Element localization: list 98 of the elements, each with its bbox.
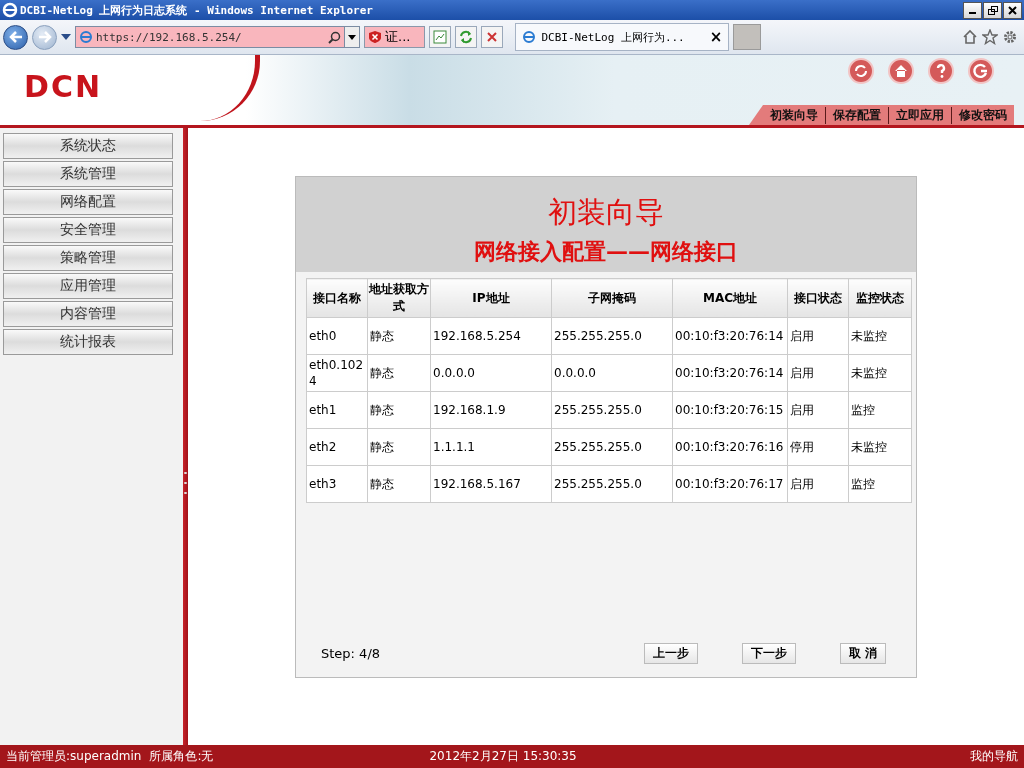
table-cell: 1.1.1.1 — [430, 428, 552, 466]
browser-tab[interactable]: DCBI-NetLog 上网行为... × — [515, 23, 730, 51]
page-icon — [79, 30, 93, 44]
tab-title: DCBI-NetLog 上网行为... — [541, 29, 686, 45]
address-dropdown-button[interactable] — [344, 27, 359, 47]
table-cell: 启用 — [787, 391, 849, 429]
column-header: MAC地址 — [672, 278, 788, 318]
date-time: 2012年2月27日 15:30:35 — [429, 748, 577, 765]
current-admin: 当前管理员:superadmin — [6, 748, 142, 765]
settings-icon[interactable] — [1002, 29, 1018, 45]
table-cell: eth0.1024 — [306, 354, 368, 392]
caret-icon — [348, 34, 356, 40]
header-nav-link[interactable]: 立即应用 — [888, 106, 951, 124]
table-cell: 255.255.255.0 — [551, 428, 673, 466]
sidebar-menu-button[interactable]: 系统状态 — [3, 133, 173, 159]
header-nav-link[interactable]: 初装向导 — [763, 106, 825, 124]
close-icon — [486, 31, 499, 43]
table-cell: 00:10:f3:20:76:14 — [672, 317, 788, 355]
table-cell: 192.168.1.9 — [430, 391, 552, 429]
refresh-icon[interactable] — [848, 58, 874, 84]
table-cell: 静态 — [367, 391, 431, 429]
table-cell: 00:10:f3:20:76:16 — [672, 428, 788, 466]
table-cell: 0.0.0.0 — [430, 354, 552, 392]
certificate-error-button[interactable]: 证... — [364, 26, 426, 48]
table-cell: 启用 — [787, 317, 849, 355]
wizard-button[interactable]: 上一步 — [643, 643, 698, 664]
sidebar-menu-button[interactable]: 内容管理 — [3, 301, 173, 327]
column-header: 接口状态 — [787, 278, 849, 318]
sidebar-menu-button[interactable]: 网络配置 — [3, 189, 173, 215]
help-icon[interactable] — [928, 58, 954, 84]
wizard-button[interactable]: 取 消 — [839, 643, 886, 664]
table-cell: 未监控 — [848, 317, 912, 355]
refresh-button[interactable] — [455, 26, 478, 48]
close-button[interactable] — [1003, 1, 1022, 19]
tab-close-button[interactable]: × — [709, 28, 723, 46]
table-cell: 启用 — [787, 354, 849, 392]
step-indicator: Step: 4/8 — [321, 646, 381, 661]
table-cell: 静态 — [367, 428, 431, 466]
header-nav-link[interactable]: 修改密码 — [951, 106, 1014, 124]
table-cell: 未监控 — [848, 428, 912, 466]
close-icon — [1008, 5, 1017, 15]
restore-icon — [987, 5, 998, 15]
table-cell: 0.0.0.0 — [551, 354, 673, 392]
table-cell: 00:10:f3:20:76:17 — [672, 465, 788, 503]
browser-logo-icon — [2, 2, 18, 18]
restore-button[interactable] — [983, 1, 1002, 19]
minimize-button[interactable] — [963, 1, 982, 19]
home-icon[interactable] — [962, 29, 978, 45]
chart-page-icon — [433, 30, 448, 44]
refresh-icon — [459, 30, 474, 44]
column-header: 监控状态 — [848, 278, 912, 318]
logout-icon[interactable] — [968, 58, 994, 84]
table-cell: eth2 — [306, 428, 368, 466]
my-navigation-link[interactable]: 我的导航 — [970, 748, 1018, 765]
sidebar-menu-button[interactable]: 统计报表 — [3, 329, 173, 355]
column-header: 子网掩码 — [551, 278, 673, 318]
wizard-button[interactable]: 下一步 — [741, 643, 796, 664]
address-field[interactable]: https://192.168.5.254/ — [75, 26, 360, 48]
back-button[interactable] — [3, 24, 28, 50]
table-cell: 255.255.255.0 — [551, 465, 673, 503]
header-nav-link[interactable]: 保存配置 — [825, 106, 888, 124]
search-icon[interactable] — [328, 30, 341, 44]
table-cell: 启用 — [787, 465, 849, 503]
column-header: 接口名称 — [306, 278, 368, 318]
table-cell: 00:10:f3:20:76:15 — [672, 391, 788, 429]
table-cell: 255.255.255.0 — [551, 317, 673, 355]
table-cell: 192.168.5.254 — [430, 317, 552, 355]
table-cell: eth3 — [306, 465, 368, 503]
table-cell: 停用 — [787, 428, 849, 466]
window-title: DCBI-NetLog 上网行为日志系统 - Windows Internet Explorer — [20, 2, 373, 18]
page-icon — [522, 30, 537, 44]
wizard-title: 初装向导 — [548, 194, 664, 231]
logo: DCN — [24, 69, 103, 104]
sidebar-menu-button[interactable]: 应用管理 — [3, 273, 173, 299]
right-arrow-icon — [37, 31, 52, 43]
table-cell: 00:10:f3:20:76:14 — [672, 354, 788, 392]
table-cell: 监控 — [848, 465, 912, 503]
shield-error-icon — [368, 30, 382, 44]
sidebar-menu-button[interactable]: 策略管理 — [3, 245, 173, 271]
column-header: 地址获取方式 — [367, 278, 431, 318]
wizard-subtitle: 网络接入配置——网络接口 — [474, 237, 738, 266]
table-cell: 255.255.255.0 — [551, 391, 673, 429]
table-cell: 静态 — [367, 354, 431, 392]
sidebar-menu-button[interactable]: 系统管理 — [3, 161, 173, 187]
dropdown-icon[interactable] — [61, 34, 71, 40]
table-cell: eth0 — [306, 317, 368, 355]
stop-button[interactable] — [481, 26, 504, 48]
sidebar-menu-button[interactable]: 安全管理 — [3, 217, 173, 243]
table-cell: eth1 — [306, 391, 368, 429]
table-cell: 未监控 — [848, 354, 912, 392]
star-icon[interactable] — [982, 29, 998, 45]
admin-role: 所属角色:无 — [149, 748, 214, 765]
column-header: IP地址 — [430, 278, 552, 318]
table-cell: 静态 — [367, 465, 431, 503]
table-cell: 监控 — [848, 391, 912, 429]
table-cell: 静态 — [367, 317, 431, 355]
table-cell: 192.168.5.167 — [430, 465, 552, 503]
left-arrow-icon — [8, 31, 23, 43]
